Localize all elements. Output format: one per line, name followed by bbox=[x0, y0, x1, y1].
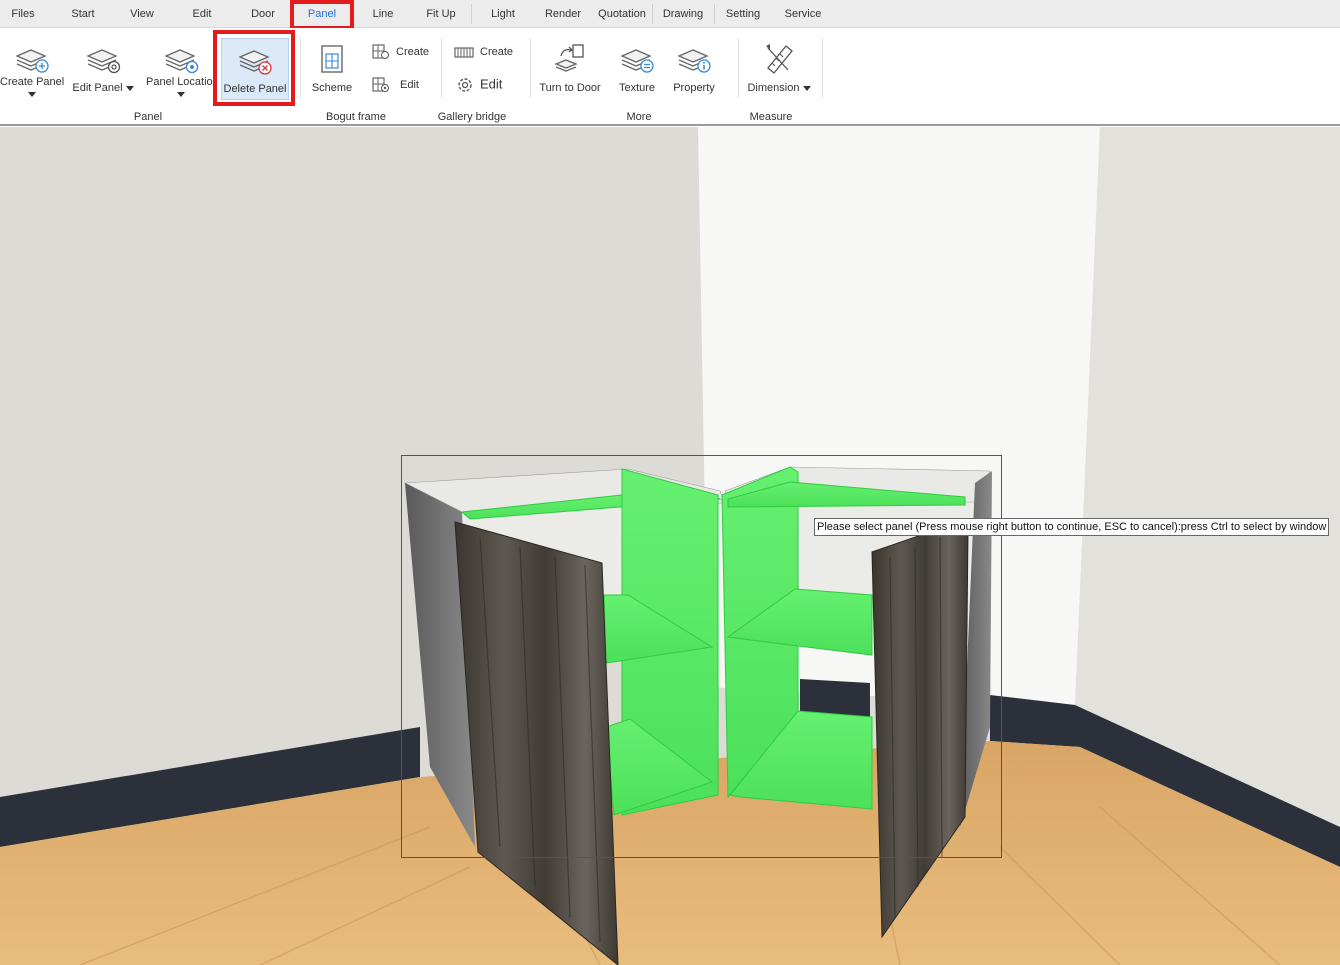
group-label-measure: Measure bbox=[749, 111, 793, 123]
bogut-edit-button[interactable]: Edit bbox=[372, 77, 419, 93]
menu-files[interactable]: Files bbox=[4, 0, 42, 28]
edit-panel-icon bbox=[86, 49, 121, 74]
menu-panel[interactable]: Panel bbox=[294, 0, 350, 28]
create-panel-icon bbox=[15, 49, 49, 73]
turn-to-door-icon bbox=[554, 44, 584, 72]
menu-start[interactable]: Start bbox=[64, 0, 102, 28]
group-label-bogut-frame: Bogut frame bbox=[326, 111, 386, 123]
dimension-button[interactable]: Dimension bbox=[744, 40, 814, 94]
edit-panel-label: Edit Panel bbox=[72, 82, 123, 94]
dimension-label: Dimension bbox=[747, 82, 800, 94]
group-divider bbox=[822, 38, 823, 98]
menu-line[interactable]: Line bbox=[363, 0, 403, 28]
bogut-edit-icon bbox=[372, 77, 389, 92]
menu-view[interactable]: View bbox=[122, 0, 162, 28]
panel-location-dropdown-icon[interactable] bbox=[177, 91, 185, 97]
menu-drawing[interactable]: Drawing bbox=[659, 0, 707, 28]
3d-viewport[interactable]: Please select panel (Press mouse right b… bbox=[0, 127, 1340, 965]
property-label: Property bbox=[673, 82, 715, 94]
edit-panel-label-row: Edit Panel bbox=[70, 82, 136, 94]
turn-to-door-button[interactable]: Turn to Door bbox=[536, 42, 604, 94]
gallery-edit-label: Edit bbox=[480, 76, 503, 92]
group-divider bbox=[300, 38, 301, 98]
menu-edit[interactable]: Edit bbox=[183, 0, 221, 28]
group-divider bbox=[738, 38, 739, 98]
delete-panel-icon bbox=[238, 50, 272, 75]
group-label-more: More bbox=[626, 111, 652, 123]
texture-label: Texture bbox=[618, 82, 656, 94]
edit-panel-button[interactable]: Edit Panel bbox=[70, 42, 136, 94]
texture-button[interactable]: Texture bbox=[610, 42, 664, 94]
panel-location-icon bbox=[164, 49, 199, 74]
menu-fit-up[interactable]: Fit Up bbox=[419, 0, 463, 28]
gallery-edit-icon bbox=[458, 78, 472, 92]
menu-divider bbox=[652, 4, 653, 24]
skirting-back bbox=[800, 679, 870, 717]
group-label-panel: Panel bbox=[133, 111, 163, 123]
scheme-label: Scheme bbox=[311, 82, 353, 94]
group-divider bbox=[530, 38, 531, 98]
menu-quotation[interactable]: Quotation bbox=[594, 0, 650, 28]
panel-location-button[interactable]: Panel Location bbox=[146, 42, 216, 100]
create-panel-dropdown-icon[interactable] bbox=[28, 91, 36, 97]
scheme-icon bbox=[321, 45, 343, 73]
gallery-create-label: Create bbox=[480, 45, 514, 58]
bogut-create-button[interactable]: Create bbox=[372, 44, 429, 60]
menu-door[interactable]: Door bbox=[243, 0, 283, 28]
menu-light[interactable]: Light bbox=[482, 0, 524, 28]
gallery-create-button[interactable]: Create bbox=[454, 45, 513, 59]
bogut-create-label: Create bbox=[396, 45, 430, 58]
ribbon-toolbar: Create Panel Edit Panel Panel Location D… bbox=[0, 28, 1340, 126]
edit-panel-dropdown-icon[interactable] bbox=[125, 85, 134, 91]
dimension-dropdown-icon[interactable] bbox=[802, 85, 811, 91]
panel-location-label: Panel Location bbox=[146, 76, 216, 88]
menu-service[interactable]: Service bbox=[780, 0, 826, 28]
create-panel-button[interactable]: Create Panel bbox=[0, 42, 64, 100]
texture-icon bbox=[620, 49, 654, 73]
gallery-create-icon bbox=[454, 47, 474, 58]
group-label-gallery-bridge: Gallery bridge bbox=[437, 111, 507, 123]
turn-to-door-label: Turn to Door bbox=[539, 82, 601, 94]
property-icon bbox=[677, 49, 711, 73]
dimension-label-row: Dimension bbox=[744, 82, 814, 94]
menu-render[interactable]: Render bbox=[540, 0, 586, 28]
command-prompt-tooltip: Please select panel (Press mouse right b… bbox=[814, 518, 1330, 536]
menu-bar: Files Start View Edit Door Panel Line Fi… bbox=[0, 0, 1340, 28]
menu-divider bbox=[471, 4, 472, 24]
property-button[interactable]: Property bbox=[666, 42, 722, 94]
room-scene bbox=[0, 127, 1340, 965]
create-panel-label: Create Panel bbox=[0, 76, 65, 88]
delete-panel-button[interactable]: Delete Panel bbox=[221, 38, 289, 100]
group-divider bbox=[441, 38, 442, 98]
menu-setting[interactable]: Setting bbox=[719, 0, 767, 28]
gallery-edit-button[interactable]: Edit bbox=[456, 76, 502, 94]
bogut-create-icon bbox=[372, 44, 389, 59]
scheme-button[interactable]: Scheme bbox=[306, 42, 358, 94]
bogut-edit-label: Edit bbox=[400, 78, 419, 91]
dimension-icon bbox=[766, 44, 793, 74]
menu-divider bbox=[714, 4, 715, 24]
delete-panel-label: Delete Panel bbox=[223, 83, 287, 95]
